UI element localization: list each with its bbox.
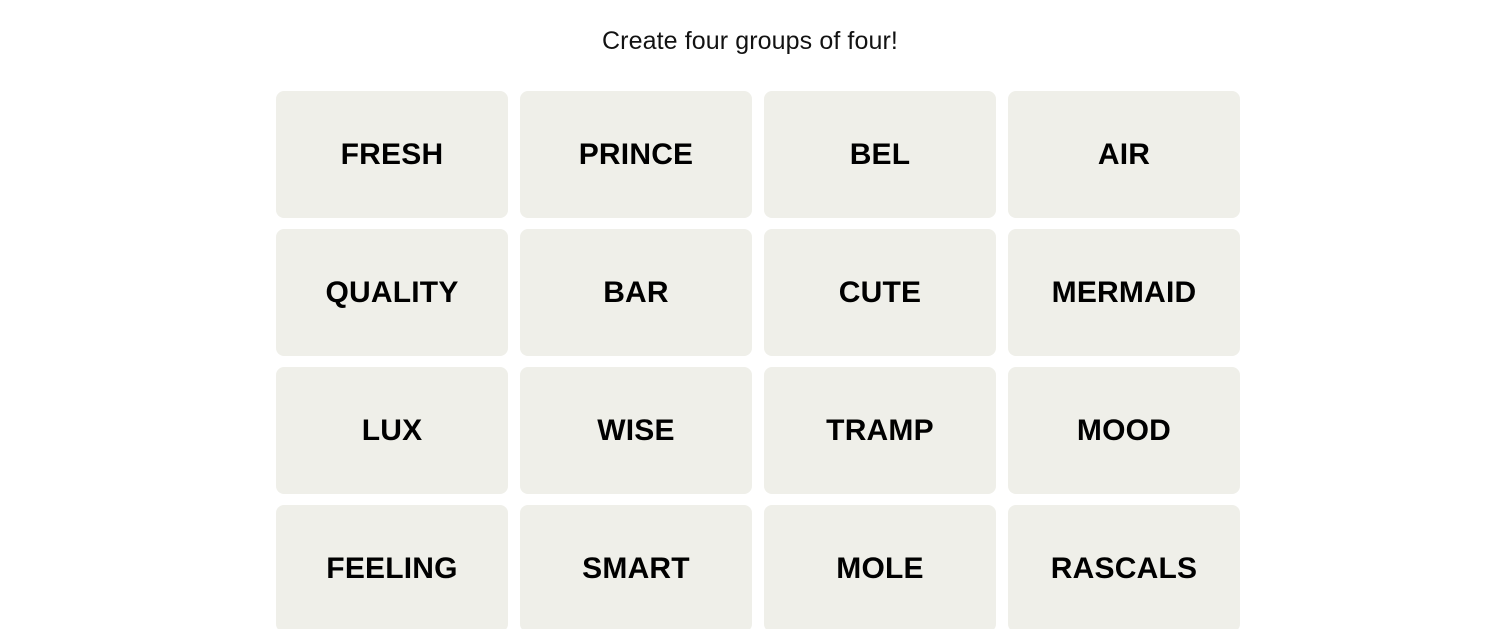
word-tile-feeling[interactable]: FEELING (276, 505, 508, 629)
word-tile-label: LUX (361, 413, 423, 447)
word-tile-bar[interactable]: BAR (520, 229, 752, 356)
word-tile-prince[interactable]: PRINCE (520, 91, 752, 218)
word-tile-mermaid[interactable]: MERMAID (1008, 229, 1240, 356)
word-tile-label: BEL (849, 137, 911, 171)
word-tile-label: RASCALS (1050, 551, 1198, 585)
word-tile-label: QUALITY (325, 275, 459, 309)
word-tile-mole[interactable]: MOLE (764, 505, 996, 629)
word-tile-label: CUTE (838, 275, 922, 309)
word-tile-label: WISE (597, 413, 675, 447)
word-tile-cute[interactable]: CUTE (764, 229, 996, 356)
word-tile-quality[interactable]: QUALITY (276, 229, 508, 356)
page-title: Create four groups of four! (602, 27, 898, 55)
word-tile-wise[interactable]: WISE (520, 367, 752, 494)
connections-puzzle-page: Create four groups of four! FRESH PRINCE… (0, 0, 1500, 629)
word-tile-label: MERMAID (1051, 275, 1197, 309)
word-tile-label: AIR (1097, 137, 1151, 171)
word-tile-bel[interactable]: BEL (764, 91, 996, 218)
word-tile-label: FEELING (326, 551, 458, 585)
word-tile-rascals[interactable]: RASCALS (1008, 505, 1240, 629)
word-tile-tramp[interactable]: TRAMP (764, 367, 996, 494)
word-tile-label: SMART (582, 551, 690, 585)
word-grid: FRESH PRINCE BEL AIR QUALITY BAR CUTE ME… (276, 91, 1240, 629)
word-tile-air[interactable]: AIR (1008, 91, 1240, 218)
word-tile-label: MOOD (1076, 413, 1172, 447)
word-tile-label: TRAMP (826, 413, 934, 447)
word-tile-smart[interactable]: SMART (520, 505, 752, 629)
word-tile-label: PRINCE (578, 137, 694, 171)
word-tile-mood[interactable]: MOOD (1008, 367, 1240, 494)
word-tile-label: FRESH (340, 137, 444, 171)
word-tile-label: BAR (603, 275, 669, 309)
word-tile-lux[interactable]: LUX (276, 367, 508, 494)
word-tile-fresh[interactable]: FRESH (276, 91, 508, 218)
word-tile-label: MOLE (836, 551, 924, 585)
